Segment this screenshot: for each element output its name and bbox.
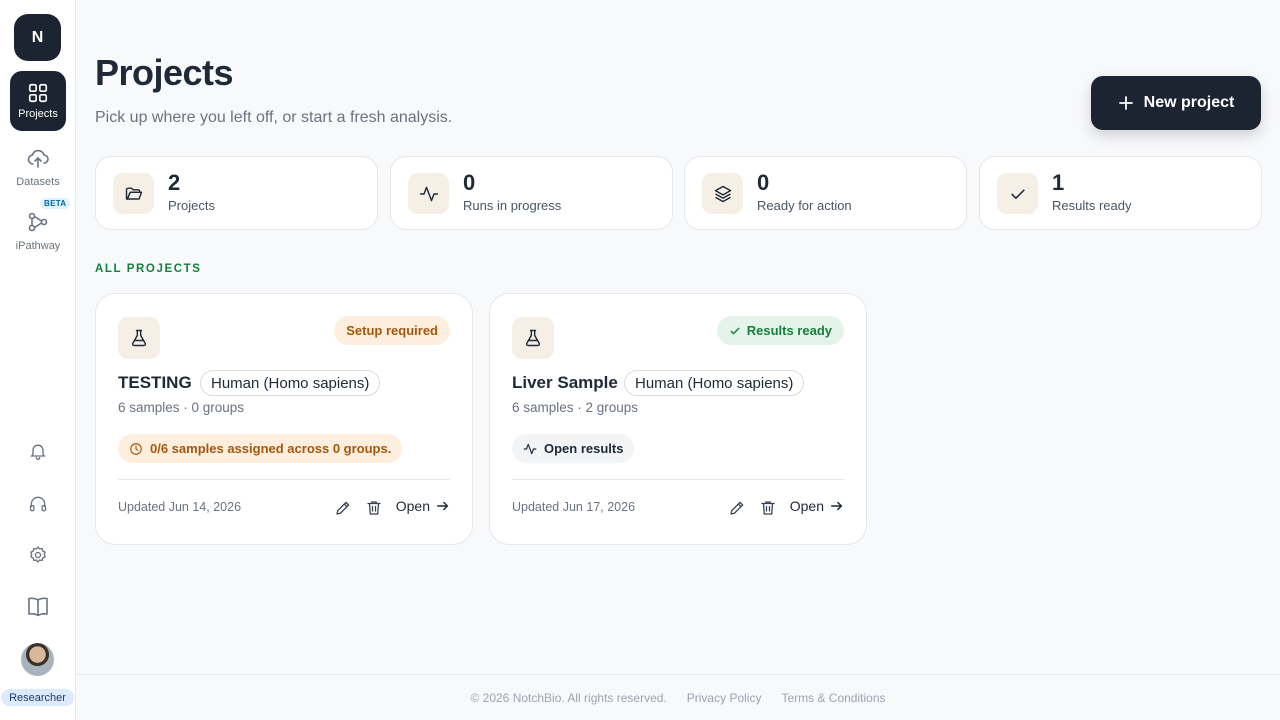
headset-icon[interactable] [25,491,51,517]
open-button[interactable]: Open [396,498,450,514]
terms-link[interactable]: Terms & Conditions [781,691,885,705]
project-meta: 6 samples · 2 groups [512,400,639,415]
flask-icon [512,317,554,359]
book-icon[interactable] [25,594,51,620]
open-label: Open [395,498,430,514]
gear-icon[interactable] [25,542,51,568]
plus-icon [1118,96,1133,110]
copyright: © 2026 NotchBio. All rights reserved. [470,690,667,705]
open-results-button[interactable]: Open results [512,434,635,463]
edit-icon[interactable] [726,497,748,519]
cloud-upload-icon [27,149,49,168]
stat-card-results: 1 Results ready [979,156,1262,230]
layers-icon [702,173,743,214]
grid-icon [28,83,48,103]
sidebar-item-ipathway[interactable]: iPathway [0,210,76,252]
sidebar-item-datasets[interactable]: Datasets [0,146,76,188]
updated-date: Updated Jun 14, 2026 [118,500,242,514]
page-title: Projects [95,52,234,93]
status-badge: Results ready [716,316,844,345]
status-badge: Setup required [334,316,450,345]
stat-card-ready-action: 0 Ready for action [684,156,967,230]
project-name[interactable]: Liver Sample [512,373,618,393]
activity-icon [523,443,537,454]
sidebar-item-label: Projects [18,108,58,120]
species-tag: Human (Homo sapiens) [200,370,381,396]
stat-card-runs: 0 Runs in progress [390,156,673,230]
stat-label: Runs in progress [463,198,562,213]
edit-icon[interactable] [332,497,354,519]
sidebar-item-label: iPathway [15,240,61,252]
role-badge: Researcher [1,689,74,706]
open-results-label: Open results [544,441,624,456]
stat-label: Projects [168,198,215,213]
stat-label: Results ready [1052,198,1132,213]
arrow-right-icon [437,501,449,511]
divider [512,479,844,480]
clock-icon [130,442,142,455]
check-icon [730,327,740,334]
folder-icon [113,173,154,214]
sidebar-item-label: Datasets [16,176,60,188]
activity-icon [408,173,449,214]
flask-icon [118,317,160,359]
open-label: Open [789,498,824,514]
species-tag: Human (Homo sapiens) [624,370,805,396]
open-button[interactable]: Open [790,498,844,514]
stat-value: 2 [168,170,181,195]
check-icon [997,173,1038,214]
sidebar-item-projects[interactable]: Projects [10,71,66,131]
updated-date: Updated Jun 17, 2026 [512,500,636,514]
footer: © 2026 NotchBio. All rights reserved. Pr… [76,674,1280,720]
bell-icon[interactable] [25,438,51,464]
stat-value: 0 [463,170,476,195]
divider [118,479,450,480]
section-label: ALL PROJECTS [95,263,202,275]
avatar[interactable] [21,643,54,676]
setup-warning: 0/6 samples assigned across 0 groups. [118,434,403,463]
project-name[interactable]: TESTING [118,373,192,393]
arrow-right-icon [831,501,843,511]
page-subtitle: Pick up where you left off, or start a f… [95,109,453,126]
trash-icon[interactable] [757,497,779,519]
stat-card-projects: 2 Projects [95,156,378,230]
project-card[interactable]: Setup required TESTING Human (Homo sapie… [95,293,473,545]
stat-label: Ready for action [757,198,852,213]
trash-icon[interactable] [363,497,385,519]
status-text: Results ready [746,323,832,338]
pathway-icon [28,212,48,232]
beta-badge: BETA [40,198,71,209]
project-meta: 6 samples · 0 groups [118,400,245,415]
stat-value: 0 [757,170,770,195]
stat-value: 1 [1052,170,1065,195]
setup-warning-text: 0/6 samples assigned across 0 groups. [150,441,392,456]
app-logo[interactable]: N [14,14,61,61]
project-card[interactable]: Results ready Liver Sample Human (Homo s… [489,293,867,545]
new-project-label: New project [1143,94,1235,111]
privacy-link[interactable]: Privacy Policy [687,691,762,705]
sidebar: N Projects Datasets BETA iPathway Resear… [0,0,76,720]
new-project-button[interactable]: New project [1091,76,1261,130]
